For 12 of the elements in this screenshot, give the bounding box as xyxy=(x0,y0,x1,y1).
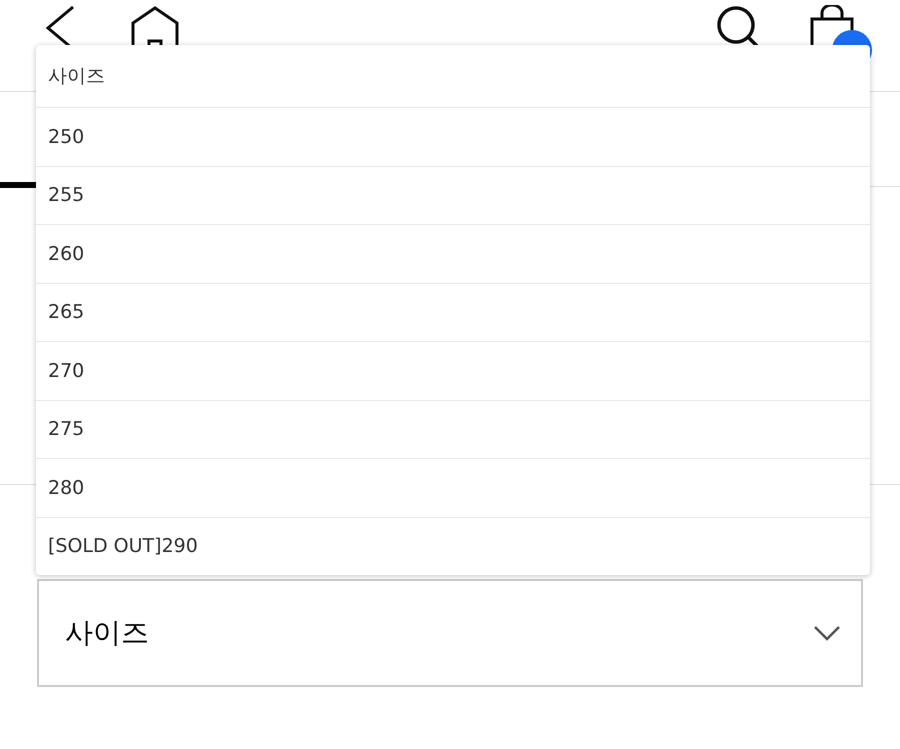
size-option[interactable]: 280 xyxy=(36,458,870,516)
size-option[interactable]: 사이즈 xyxy=(36,45,870,107)
size-option[interactable]: 265 xyxy=(36,282,870,341)
size-option[interactable]: 250 xyxy=(36,107,870,166)
tab-underline xyxy=(0,182,36,188)
size-select[interactable]: 사이즈 xyxy=(37,579,863,687)
size-option[interactable]: 255 xyxy=(36,166,870,224)
size-option[interactable]: 275 xyxy=(36,400,870,458)
size-option[interactable]: 270 xyxy=(36,341,870,400)
chevron-down-icon xyxy=(813,625,841,641)
size-option[interactable]: [SOLD OUT]290 xyxy=(36,516,870,575)
size-option[interactable]: 260 xyxy=(36,224,870,282)
